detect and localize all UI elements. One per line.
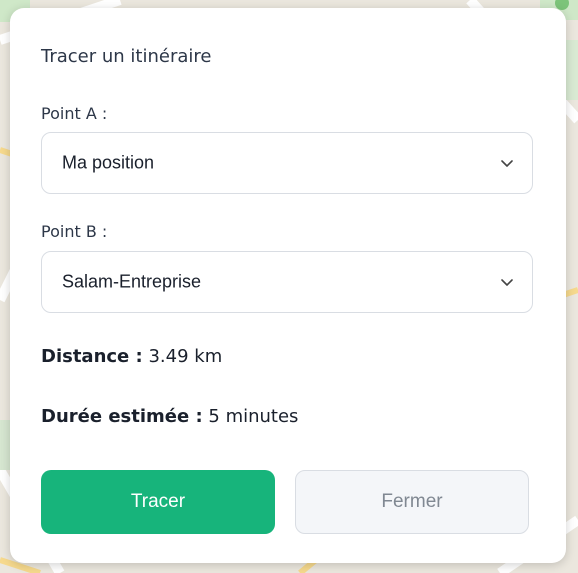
distance-value: 3.49 km xyxy=(148,346,223,367)
distance-label: Distance : xyxy=(41,346,143,367)
point-a-label: Point A : xyxy=(41,104,108,123)
trace-button[interactable]: Tracer xyxy=(41,470,275,534)
close-button[interactable]: Fermer xyxy=(295,470,529,534)
point-b-label: Point B : xyxy=(41,222,108,241)
point-a-select[interactable]: Ma position xyxy=(41,132,533,194)
chevron-down-icon xyxy=(501,279,513,286)
duration-value: 5 minutes xyxy=(208,406,299,427)
dialog-title: Tracer un itinéraire xyxy=(41,46,212,67)
duration-label: Durée estimée : xyxy=(41,406,203,427)
point-b-select[interactable]: Salam-Entreprise xyxy=(41,251,533,313)
point-a-value: Ma position xyxy=(62,152,155,173)
distance-info: Distance : 3.49 km xyxy=(41,346,222,367)
point-b-value: Salam-Entreprise xyxy=(62,271,202,292)
chevron-down-icon xyxy=(501,160,513,167)
duration-info: Durée estimée : 5 minutes xyxy=(41,406,298,427)
route-dialog: Tracer un itinéraire Point A : Ma positi… xyxy=(10,8,566,563)
